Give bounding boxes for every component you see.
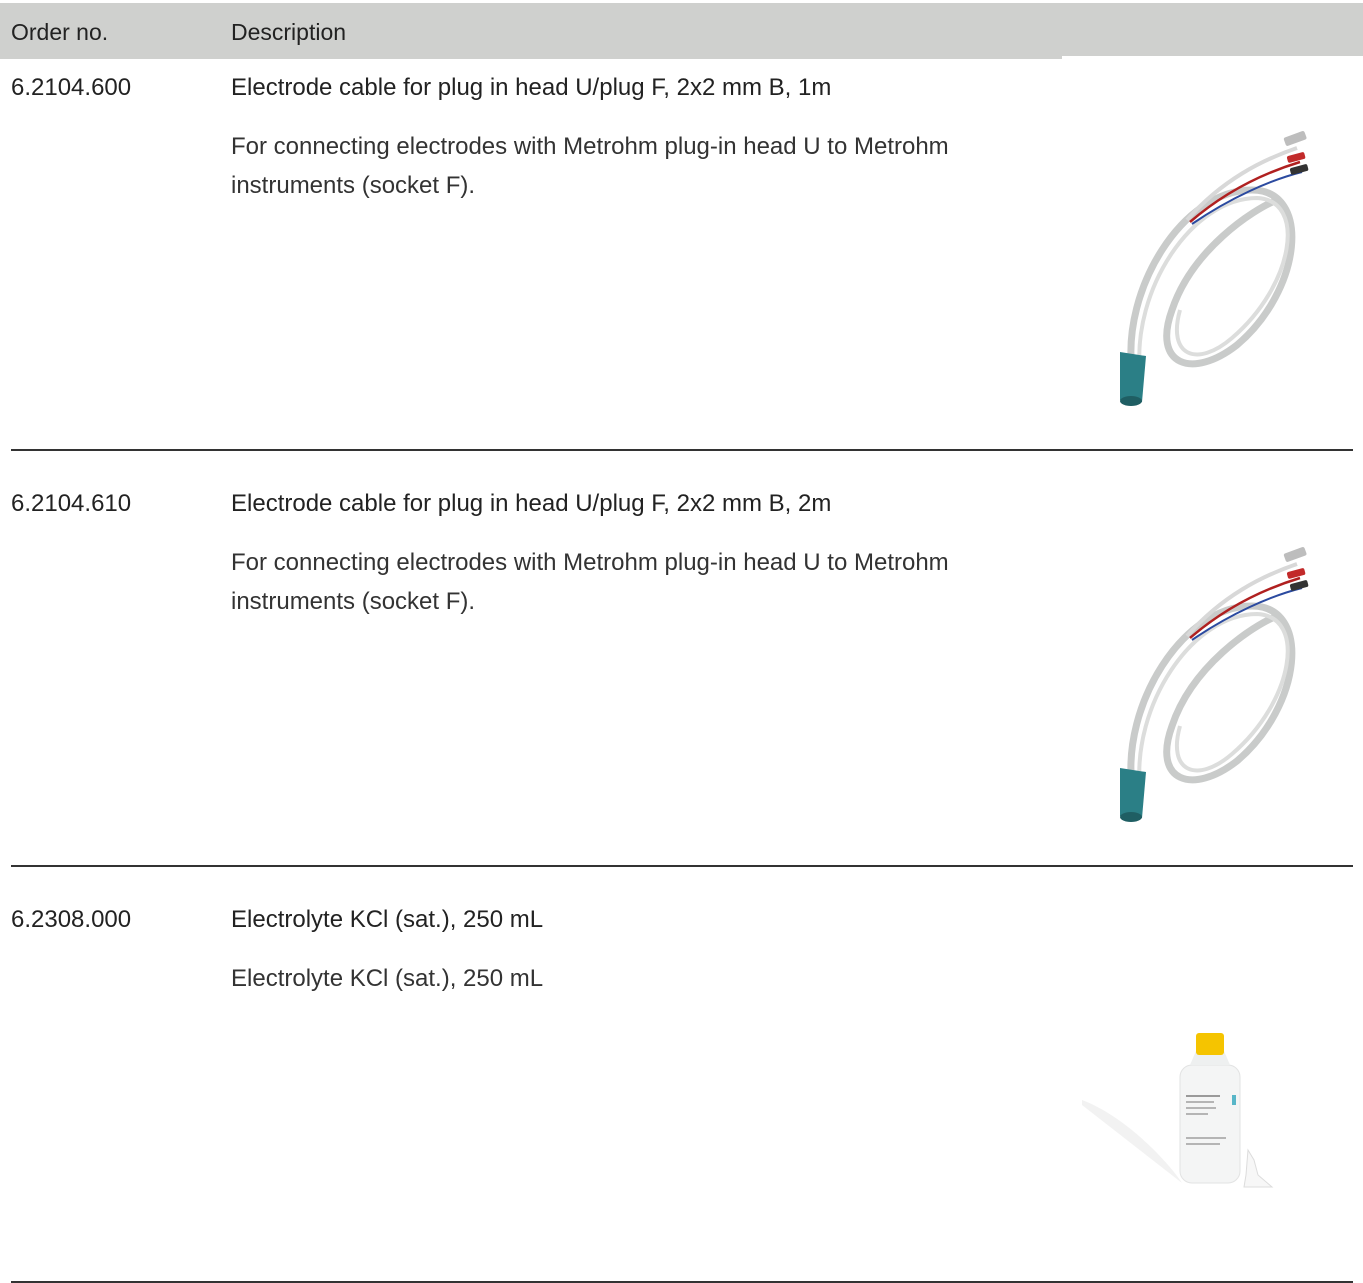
product-title: Electrode cable for plug in head U/plug … [231,74,832,101]
order-number: 6.2104.600 [11,74,132,101]
row-divider [11,865,1353,867]
product-description: For connecting electrodes with Metrohm p… [231,549,949,615]
row-divider [11,449,1353,451]
header-order-no: Order no. [11,19,109,45]
table-header: Order no. Description [0,3,1363,59]
product-description: Electrolyte KCl (sat.), 250 mL [231,965,544,992]
product-title: Electrolyte KCl (sat.), 250 mL [231,906,544,933]
product-title: Electrode cable for plug in head U/plug … [231,490,832,517]
order-number: 6.2308.000 [11,906,132,933]
electrode-cable-image [1062,120,1353,420]
product-description: For connecting electrodes with Metrohm p… [231,133,949,199]
electrode-cable-image [1062,536,1353,836]
header-notch [1062,56,1363,59]
header-description: Description [231,19,347,45]
order-number: 6.2104.610 [11,490,132,517]
electrolyte-bottle-image [1062,1025,1353,1195]
